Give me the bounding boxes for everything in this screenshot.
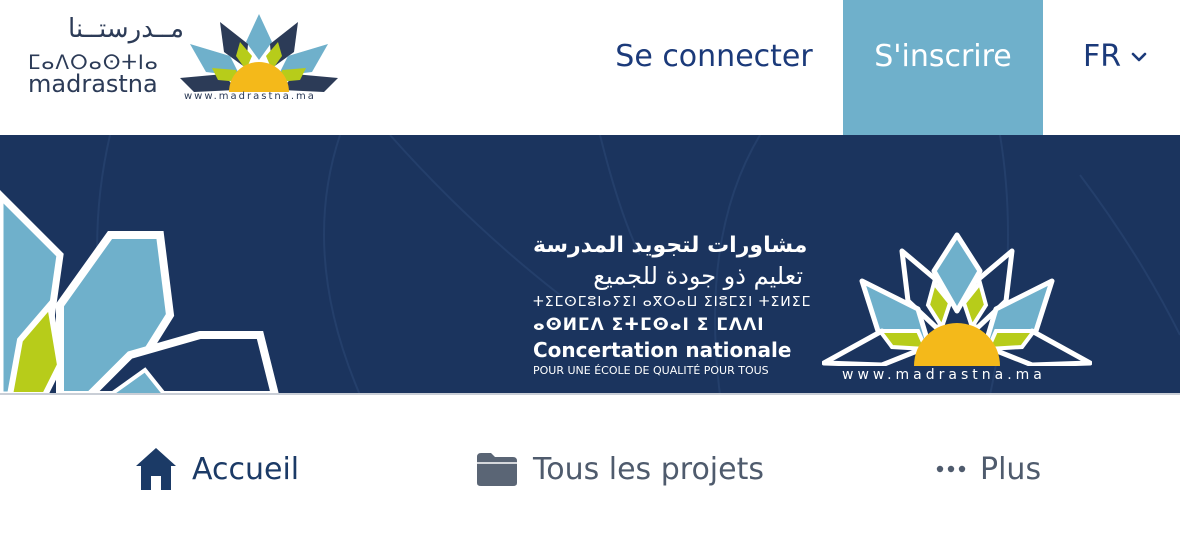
logo-url-text: www.madrastna.ma [184,91,316,102]
language-label: FR [1082,39,1122,74]
banner-flower-icon [822,232,1092,366]
banner-arabic-title: مشاورات لتجويد المدرسة [533,233,808,258]
folder-icon [477,453,517,486]
logo-arabic-text: مــدرستــنا [68,14,184,44]
more-icon [936,465,966,473]
banner-headline: مشاورات لتجويد المدرسة تعليم ذو جودة للج… [533,231,812,379]
login-button[interactable]: Se connecter [600,0,828,135]
banner-french-title: Concertation nationale [533,338,792,362]
tab-tous-les-projets-label: Tous les projets [533,451,764,487]
banner-tifinagh-line-2: ⴰⵙⵍⵎⴷ ⵉⵜⵎⵙⴰⵏ ⵉ ⵎⴷⴷⵏ [533,315,765,335]
hero-banner: مشاورات لتجويد المدرسة تعليم ذو جودة للج… [0,135,1180,395]
logo-wordmark: مــدرستــنا ⵎⴰⴷⵔⴰⵙⵜⵏⴰ madrastna [28,12,184,107]
signup-button[interactable]: S'inscrire [843,0,1043,135]
tab-tous-les-projets[interactable]: Tous les projets [475,441,764,497]
logo-flower-icon [180,14,338,92]
tab-plus[interactable]: Plus [936,441,1041,497]
main-navigation: Accueil Tous les projets Plus [0,397,1180,539]
site-header: مــدرستــنا ⵎⴰⴷⵔⴰⵙⵜⵏⴰ madrastna www.madr… [0,0,1180,135]
tab-accueil-label: Accueil [192,451,300,487]
banner-tifinagh-line-1: ⵜⵉⵎⵙⵎⵓⵏⴰⵢⵉⵏ ⴰⴳⵔⴰⵡ ⵉⵏⵓⵎⵉⵏ ⵜⵉⵍⵉⵎ [533,294,812,310]
tab-plus-label: Plus [980,451,1042,487]
banner-french-subtitle: POUR UNE ÉCOLE DE QUALITÉ POUR TOUS [533,364,769,377]
madrastna-logo[interactable]: مــدرستــنا ⵎⴰⴷⵔⴰⵙⵜⵏⴰ madrastna www.madr… [28,12,338,107]
chevron-down-icon [1131,52,1147,61]
tab-accueil[interactable]: Accueil [134,441,299,497]
logo-latin-text: madrastna [28,70,158,98]
language-selector[interactable]: FR [1060,0,1170,135]
banner-arabic-subtitle: تعليم ذو جودة للجميع [593,262,803,290]
home-icon [136,448,176,490]
banner-url-text: www.madrastna.ma [842,367,1046,383]
